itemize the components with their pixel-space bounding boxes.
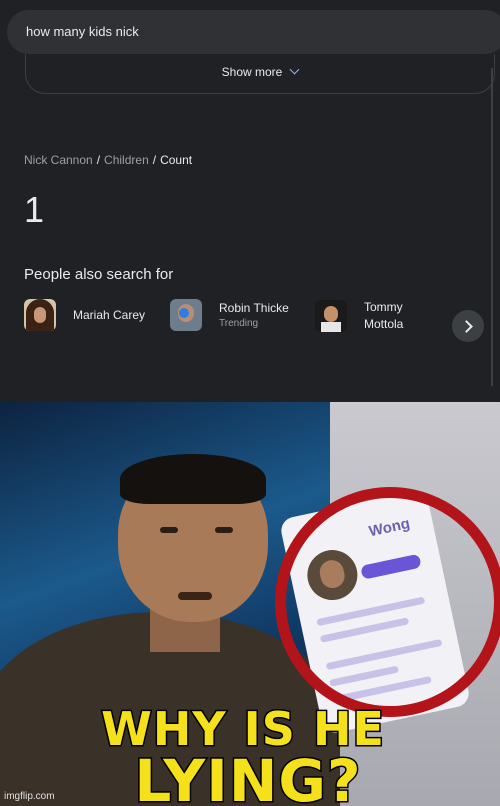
breadcrumb-item-nick-cannon[interactable]: Nick Cannon [24, 153, 93, 167]
answer-value: 1 [24, 189, 45, 230]
person-name: Robin Thicke [219, 300, 289, 315]
meme-figure-eye [160, 527, 178, 533]
breadcrumb-item-count: Count [160, 153, 193, 167]
people-also-search-title: People also search for [24, 266, 174, 283]
breadcrumb-item-children[interactable]: Children [104, 153, 149, 167]
meme-figure-mouth [178, 592, 212, 600]
search-query-text: how many kids nick [26, 24, 139, 39]
breadcrumb-separator: / [152, 153, 157, 167]
avatar [170, 299, 202, 331]
person-tommy-mottola[interactable]: Tommy Mottola [315, 299, 403, 333]
breadcrumb: Nick Cannon / Children / Count [24, 153, 192, 167]
person-name: Tommy [364, 300, 403, 314]
show-more-label: Show more [221, 65, 283, 79]
search-results-screenshot: how many kids nick Show more Nick Cannon… [0, 0, 500, 402]
meme-figure-hair [120, 454, 266, 504]
person-robin-thicke[interactable]: Robin Thicke Trending [170, 299, 289, 331]
meme-figure-eye [215, 527, 233, 533]
meme-caption-line2: LYING? [133, 746, 362, 806]
chevron-right-icon[interactable] [452, 310, 484, 342]
chevron-down-icon [289, 64, 300, 75]
trending-label: Trending [219, 317, 259, 329]
panel-border [491, 68, 493, 386]
search-input[interactable]: how many kids nick [7, 10, 500, 54]
meme-image: Wong WHY IS HE LYING? imgflip.com [0, 402, 500, 806]
breadcrumb-separator: / [96, 153, 101, 167]
avatar [24, 299, 56, 331]
person-mariah-carey[interactable]: Mariah Carey [24, 299, 145, 331]
avatar [315, 300, 347, 332]
highlight-circle [275, 487, 500, 717]
person-name: Mariah Carey [73, 307, 146, 322]
show-more-button[interactable]: Show more [25, 54, 495, 94]
imgflip-watermark: imgflip.com [4, 791, 55, 802]
person-name-line2: Mottola [364, 317, 404, 331]
